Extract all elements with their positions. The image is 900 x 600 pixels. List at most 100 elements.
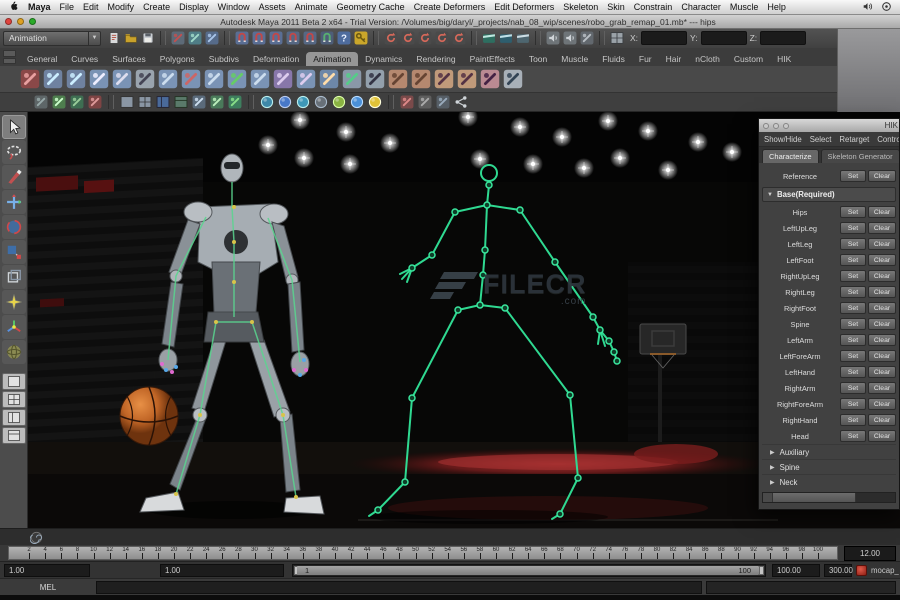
rotate-tool[interactable]: [2, 215, 26, 239]
bind-skin-icon[interactable]: [388, 69, 408, 89]
ik-handle-icon[interactable]: [43, 69, 63, 89]
dope-sheet-icon[interactable]: [88, 95, 102, 109]
shelf-tab-general[interactable]: General: [20, 52, 64, 66]
wireframe-icon[interactable]: [278, 95, 292, 109]
script-editor-icon[interactable]: [580, 31, 594, 45]
shelf-tab-hik[interactable]: HIK: [770, 52, 798, 66]
shelf-tab-rendering[interactable]: Rendering: [409, 52, 462, 66]
render-view-panel-icon[interactable]: [192, 95, 206, 109]
section-spine[interactable]: ▶Spine: [762, 459, 896, 474]
playback-start-field[interactable]: 1.00: [160, 564, 284, 577]
lasso-select-tool[interactable]: [2, 140, 26, 164]
select-hierarchy-icon[interactable]: [171, 31, 185, 45]
persp-outliner-icon[interactable]: [156, 95, 170, 109]
set-button-leftforearm[interactable]: Set: [840, 350, 866, 362]
z-input[interactable]: [760, 31, 806, 45]
panel-tab-characterize[interactable]: Characterize: [762, 149, 819, 163]
menu-skin[interactable]: Skin: [607, 2, 625, 12]
clear-button-rightupleg[interactable]: Clear: [868, 270, 896, 282]
single-pane-icon[interactable]: [120, 95, 134, 109]
set-button-rightarm[interactable]: Set: [840, 382, 866, 394]
connect-joint-icon[interactable]: [158, 69, 178, 89]
set-button-rightforearm[interactable]: Set: [840, 398, 866, 410]
set-button-hips[interactable]: Set: [840, 206, 866, 218]
full-body-ik-icon[interactable]: [342, 69, 362, 89]
panel-menu-select[interactable]: Select: [810, 135, 832, 144]
shelf-tab-hair[interactable]: Hair: [659, 52, 689, 66]
shelf-tab-dynamics[interactable]: Dynamics: [358, 52, 409, 66]
panel-tab-skeleton-generator[interactable]: Skeleton Generator: [821, 149, 899, 163]
textured-view-icon[interactable]: [228, 95, 242, 109]
menu-file[interactable]: File: [60, 2, 75, 12]
window-zoom-button[interactable]: [29, 18, 36, 25]
section-auxiliary[interactable]: ▶Auxiliary: [762, 444, 896, 459]
clear-button-leftupleg[interactable]: Clear: [868, 222, 896, 234]
shelf-tab-custom[interactable]: Custom: [727, 52, 770, 66]
shelf-tab-fluids[interactable]: Fluids: [595, 52, 632, 66]
menu-display[interactable]: Display: [179, 2, 209, 12]
graph-editor-icon[interactable]: [70, 95, 84, 109]
reference-clear-button[interactable]: Clear: [868, 170, 896, 182]
shelf-tab-deformation[interactable]: Deformation: [246, 52, 306, 66]
four-pane-icon[interactable]: [138, 95, 152, 109]
menu-character[interactable]: Character: [681, 2, 721, 12]
hypergraph-persp-layout[interactable]: [2, 427, 26, 444]
animation-end-field[interactable]: 300.00: [824, 564, 852, 577]
panel-menu-control[interactable]: Control: [877, 135, 899, 144]
clear-button-rightleg[interactable]: Clear: [868, 286, 896, 298]
set-button-rightleg[interactable]: Set: [840, 286, 866, 298]
ipr-render-icon[interactable]: [499, 31, 513, 45]
menu-modify[interactable]: Modify: [108, 2, 135, 12]
hypergraph-panel-icon[interactable]: [174, 95, 188, 109]
construction-history-icon[interactable]: [354, 31, 368, 45]
set-button-rightupleg[interactable]: Set: [840, 270, 866, 282]
camera-attrs-icon[interactable]: [436, 95, 450, 109]
panel-minimize-button[interactable]: [773, 123, 779, 129]
human-figure-icon[interactable]: [135, 69, 155, 89]
quick-help-icon[interactable]: ?: [337, 31, 351, 45]
x-input[interactable]: [641, 31, 687, 45]
volume-icon[interactable]: [862, 1, 873, 14]
set-key-icon[interactable]: [20, 69, 40, 89]
detach-skin-icon[interactable]: [411, 69, 431, 89]
smooth-shade-icon[interactable]: [260, 95, 274, 109]
time-slider[interactable]: 2468101214161820222426283032343638404244…: [8, 546, 838, 560]
pose-library-icon[interactable]: [503, 69, 523, 89]
current-time-field[interactable]: 12.00: [844, 546, 896, 561]
shelf-tab-muscle[interactable]: Muscle: [554, 52, 595, 66]
skeleton-icon[interactable]: [365, 69, 385, 89]
scroll-left-arrow[interactable]: [763, 493, 773, 502]
clear-button-leftleg[interactable]: Clear: [868, 238, 896, 250]
panel-titlebar[interactable]: HIK: [759, 119, 899, 132]
shelf-tab-polygons[interactable]: Polygons: [153, 52, 202, 66]
outliner-icon[interactable]: [52, 95, 66, 109]
command-input[interactable]: [96, 581, 702, 594]
menu-muscle[interactable]: Muscle: [730, 2, 759, 12]
reroot-skeleton-icon[interactable]: [250, 69, 270, 89]
clear-button-hips[interactable]: Clear: [868, 206, 896, 218]
save-scene-icon[interactable]: [141, 31, 155, 45]
menu-constrain[interactable]: Constrain: [634, 2, 673, 12]
y-input[interactable]: [701, 31, 747, 45]
menu-create-deformers[interactable]: Create Deformers: [414, 2, 486, 12]
render-settings-icon[interactable]: [516, 31, 530, 45]
clear-button-head[interactable]: Clear: [868, 430, 896, 442]
default-light-icon[interactable]: [332, 95, 346, 109]
horizontal-scrollbar[interactable]: [762, 492, 896, 503]
paint-select-tool[interactable]: [2, 165, 26, 189]
window-titlebar[interactable]: Autodesk Maya 2011 Beta 2 x64 - Trial Ve…: [0, 15, 900, 29]
shelf-tab-painteffects[interactable]: PaintEffects: [463, 52, 522, 66]
menu-maya[interactable]: Maya: [28, 2, 51, 12]
range-end-handle[interactable]: [759, 566, 764, 575]
snap-grid-icon[interactable]: [235, 31, 249, 45]
snap-projected-center-icon[interactable]: [286, 31, 300, 45]
mirror-joint-icon[interactable]: [204, 69, 224, 89]
shelf-tab-ncloth[interactable]: nCloth: [688, 52, 727, 66]
menu-animate[interactable]: Animate: [295, 2, 328, 12]
set-button-spine[interactable]: Set: [840, 318, 866, 330]
clear-button-righthand[interactable]: Clear: [868, 414, 896, 426]
command-result[interactable]: [706, 581, 896, 594]
insert-joint-icon[interactable]: [112, 69, 132, 89]
set-preferred-angle-icon[interactable]: [273, 69, 293, 89]
window-minimize-button[interactable]: [17, 18, 24, 25]
